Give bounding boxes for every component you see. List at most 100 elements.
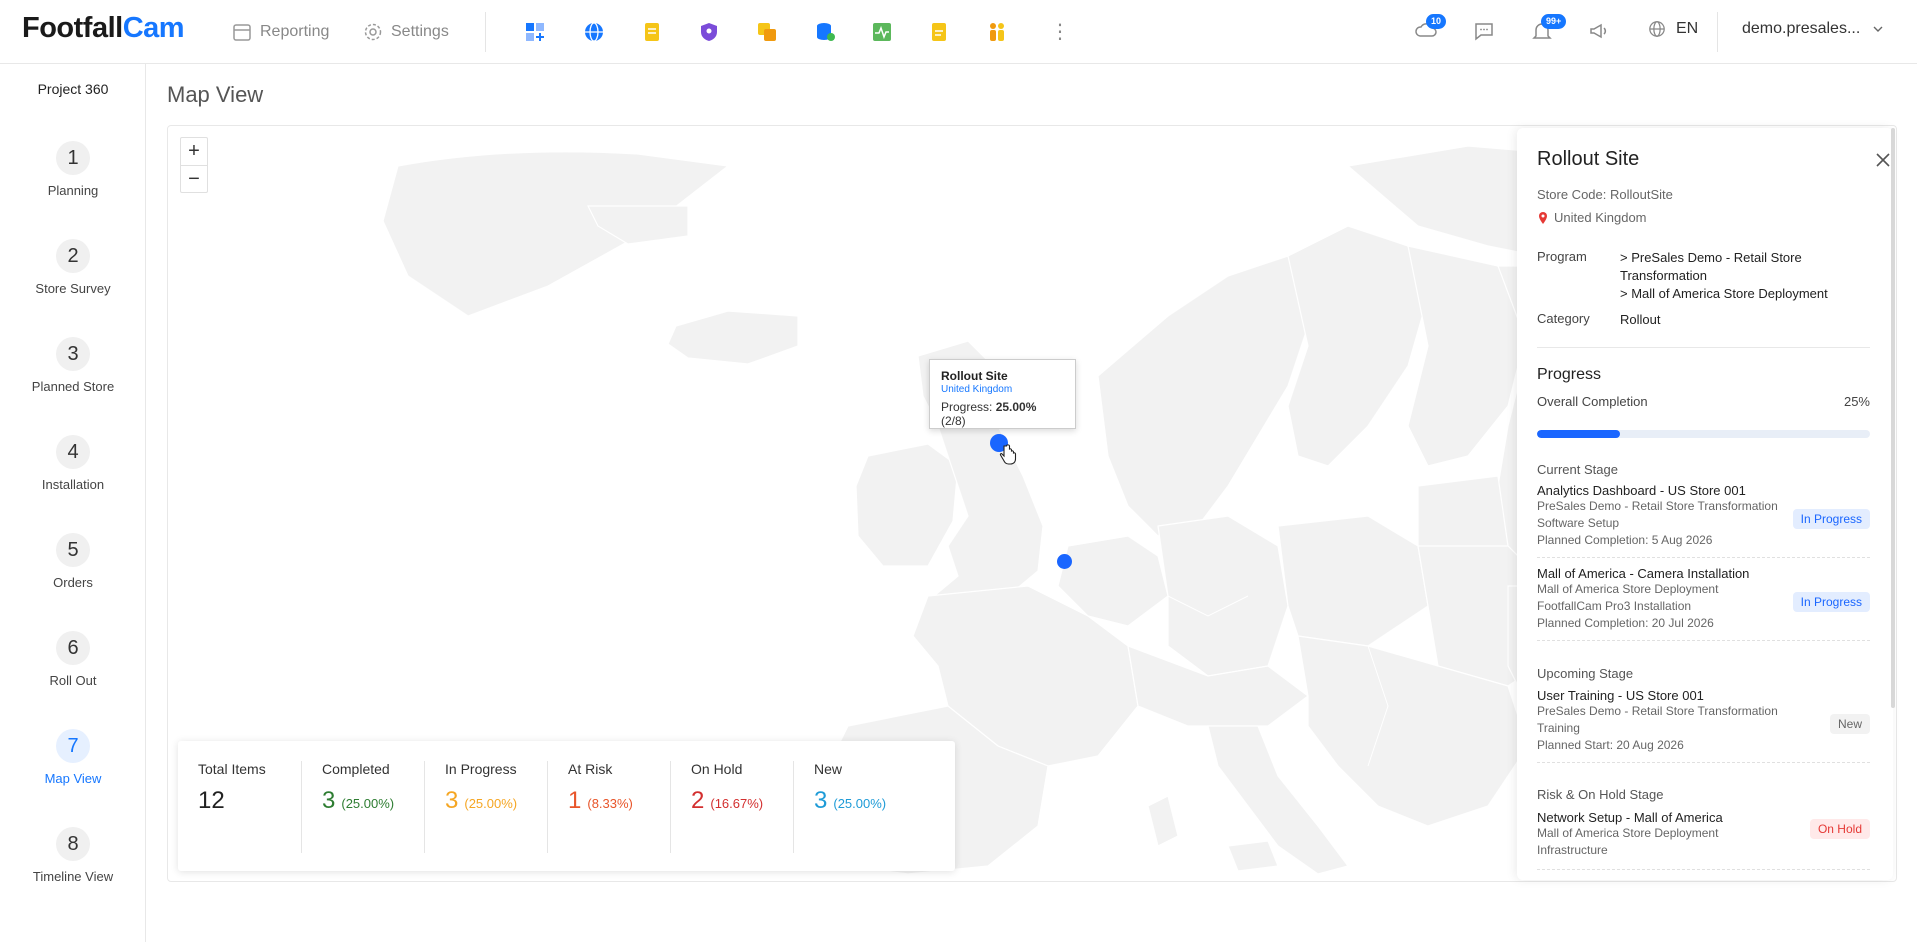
step-roll-out[interactable]: 6 Roll Out xyxy=(0,631,146,688)
zoom-controls: + − xyxy=(180,137,208,193)
stat-completed: Completed 3 (25.00%) xyxy=(301,761,424,853)
stat-percent: (8.33%) xyxy=(587,796,633,811)
stat-value: 3 xyxy=(445,787,459,814)
stage-item[interactable]: User Training - US Store 001 PreSales De… xyxy=(1537,688,1870,763)
stat-percent: (16.67%) xyxy=(710,796,764,811)
nav-reporting[interactable]: Reporting xyxy=(232,22,329,42)
stat-total-items: Total Items 12 xyxy=(198,761,301,853)
stat-value-row: 3 (25.00%) xyxy=(322,787,424,815)
app-logo[interactable]: FootfallCam xyxy=(22,12,185,45)
stat-value-row: 2 (16.67%) xyxy=(691,787,793,815)
step-planning[interactable]: 1 Planning xyxy=(0,141,146,198)
status-badge: In Progress xyxy=(1792,592,1870,612)
step-installation[interactable]: 4 Installation xyxy=(0,435,146,492)
app-document-icon[interactable] xyxy=(926,19,952,45)
step-timeline-view[interactable]: 8 Timeline View xyxy=(0,827,146,884)
step-orders[interactable]: 5 Orders xyxy=(0,533,146,590)
stage-title: Analytics Dashboard - US Store 001 xyxy=(1537,483,1746,498)
app-people-icon[interactable] xyxy=(984,19,1010,45)
user-menu[interactable]: demo.presales... xyxy=(1742,20,1884,38)
store-code: Store Code: RolloutSite xyxy=(1537,187,1673,202)
progress-fill xyxy=(1537,430,1621,438)
user-name: demo.presales... xyxy=(1742,20,1861,37)
stage-date: Planned Completion: 5 Aug 2026 xyxy=(1537,533,1713,547)
globe-icon xyxy=(1649,21,1665,37)
overall-completion-row: Overall Completion 25% xyxy=(1537,394,1870,409)
map-tooltip: Rollout Site United Kingdom Progress: 25… xyxy=(929,359,1076,429)
project-title: Project 360 xyxy=(37,81,109,97)
step-map-view[interactable]: 7 Map View xyxy=(0,729,146,786)
step-label: Installation xyxy=(41,477,105,492)
stage-item[interactable]: Network Setup - Mall of America Mall of … xyxy=(1537,810,1870,870)
app-layers-icon[interactable] xyxy=(754,19,780,45)
overall-percent: 25% xyxy=(1843,394,1870,409)
app-activity-icon[interactable] xyxy=(869,19,895,45)
nav-settings[interactable]: Settings xyxy=(363,22,449,42)
step-number: 3 xyxy=(56,337,90,371)
step-number: 6 xyxy=(56,631,90,665)
project-sidebar: Project 360 1 Planning 2 Store Survey 3 Pla… xyxy=(0,64,146,942)
more-apps-icon[interactable]: ⋮ xyxy=(1050,18,1070,46)
stage-category: Training xyxy=(1537,721,1580,735)
zoom-in-button[interactable]: + xyxy=(181,138,207,165)
language-label: EN xyxy=(1676,20,1699,37)
upcoming-stage-heading: Upcoming Stage xyxy=(1537,666,1634,681)
stage-date: Planned Start: 20 Aug 2026 xyxy=(1537,738,1684,752)
user-divider xyxy=(1717,12,1718,52)
notifications-badge: 99+ xyxy=(1541,14,1567,29)
status-badge: New xyxy=(1829,714,1870,734)
program-item: > Mall of America Store Deployment xyxy=(1620,286,1828,301)
category-row: Category Rollout xyxy=(1537,311,1870,331)
stat-value: 2 xyxy=(691,787,705,814)
status-badge: In Progress xyxy=(1792,509,1870,529)
stat-value: 3 xyxy=(814,787,828,814)
stat-label: In Progress xyxy=(445,761,517,777)
tooltip-progress: Progress: 25.00% (2/8) xyxy=(941,400,1064,428)
step-planned-store[interactable]: 3 Planned Store xyxy=(0,337,146,394)
app-globe-icon[interactable] xyxy=(581,19,607,45)
megaphone-icon[interactable] xyxy=(1587,19,1611,43)
stat-label: On Hold xyxy=(691,761,743,777)
app-shield-icon[interactable] xyxy=(696,19,722,45)
step-label: Orders xyxy=(53,575,93,590)
tooltip-progress-count: (2/8) xyxy=(941,414,966,428)
app-dashboard-icon[interactable] xyxy=(522,19,548,45)
stat-value: 1 xyxy=(568,787,582,814)
messages-badge: 10 xyxy=(1426,14,1447,29)
tooltip-title: Rollout Site xyxy=(941,369,1008,383)
stat-percent: (25.00%) xyxy=(464,796,518,811)
app-database-icon[interactable] xyxy=(812,19,838,45)
page-title: Map View xyxy=(167,82,264,107)
stage-title: User Training - US Store 001 xyxy=(1537,688,1704,703)
step-label: Roll Out xyxy=(49,673,97,688)
app-notes-icon[interactable] xyxy=(639,19,665,45)
panel-scrollbar[interactable] xyxy=(1891,128,1895,708)
stage-item[interactable]: Mall of America - Camera Installation Ma… xyxy=(1537,566,1870,641)
overall-progress-bar xyxy=(1537,430,1870,438)
step-number: 4 xyxy=(56,435,90,469)
stage-item[interactable]: Analytics Dashboard - US Store 001 PreSa… xyxy=(1537,483,1870,558)
close-icon[interactable] xyxy=(1873,150,1893,170)
stat-on-hold: On Hold 2 (16.67%) xyxy=(670,761,793,853)
program-item: > PreSales Demo - Retail Store Transform… xyxy=(1620,250,1802,283)
stat-new: New 3 (25.00%) xyxy=(793,761,916,853)
stat-percent: (25.00%) xyxy=(341,796,395,811)
step-store-survey[interactable]: 2 Store Survey xyxy=(0,239,146,296)
stat-label: New xyxy=(814,761,843,777)
stat-label: Completed xyxy=(322,761,390,777)
location-pin-icon xyxy=(1539,211,1547,224)
tooltip-progress-value: 25.00% xyxy=(995,400,1037,414)
divider xyxy=(1537,347,1870,348)
stat-value: 12 xyxy=(198,787,225,814)
status-badge: On Hold xyxy=(1809,819,1870,839)
zoom-out-button[interactable]: − xyxy=(181,165,207,192)
step-number: 1 xyxy=(56,141,90,175)
stat-value: 3 xyxy=(322,787,336,814)
step-label: Planned Store xyxy=(31,379,115,394)
language-selector[interactable]: EN xyxy=(1648,20,1698,38)
chat-icon[interactable] xyxy=(1472,19,1496,43)
program-values: > PreSales Demo - Retail Store Transform… xyxy=(1620,249,1870,303)
stat-label: Total Items xyxy=(198,761,266,777)
chevron-down-icon xyxy=(1873,26,1883,32)
map-marker-france[interactable] xyxy=(1057,554,1072,569)
